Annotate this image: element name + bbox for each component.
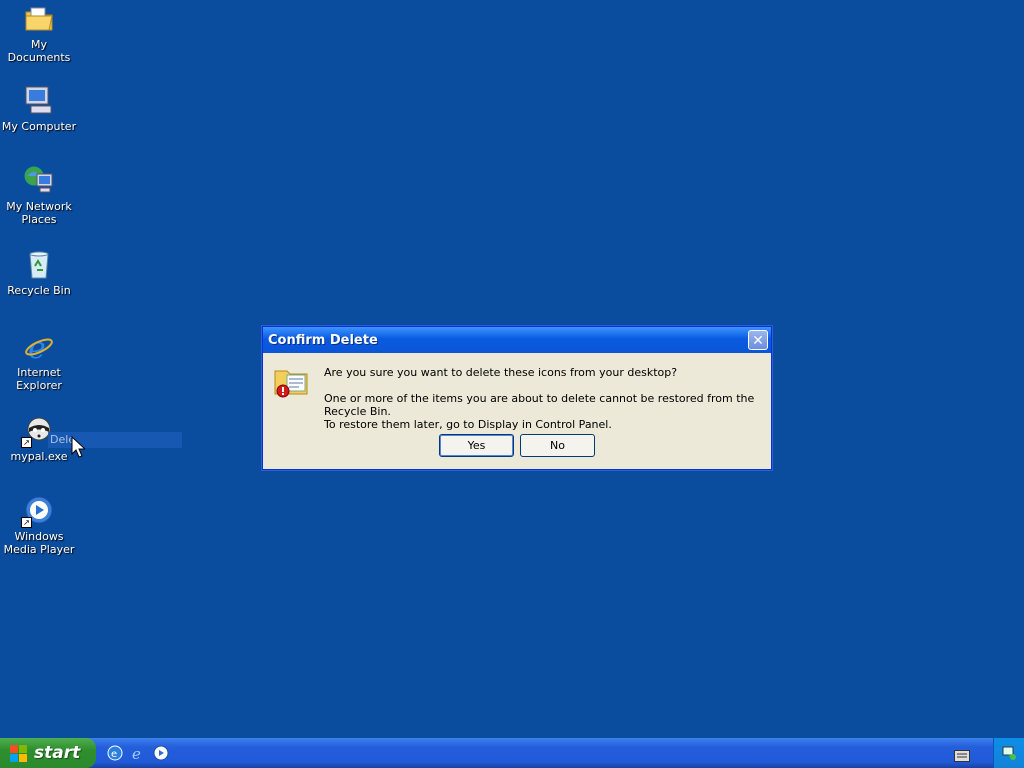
delete-file-warning-icon — [273, 363, 309, 399]
desktop-icon-label: My Computer — [1, 120, 77, 133]
windows-flag-icon — [10, 745, 27, 762]
desktop-icon-label: Windows Media Player — [3, 530, 75, 556]
desktop-icon-label: Recycle Bin — [7, 284, 71, 297]
keyboard-tray-icon[interactable] — [954, 747, 970, 762]
quicklaunch-outlook-express-icon[interactable]: e — [107, 745, 123, 761]
desktop-icon-recycle-bin[interactable]: Recycle Bin — [0, 248, 78, 297]
shortcut-arrow-icon: ↗ — [21, 517, 32, 528]
quicklaunch-internet-explorer-icon[interactable]: e — [130, 745, 146, 763]
desktop-icon-internet-explorer[interactable]: e Internet Explorer — [0, 330, 78, 392]
dialog-titlebar[interactable]: Confirm Delete ✕ — [263, 327, 771, 353]
dialog-detail-line2: To restore them later, go to Display in … — [324, 418, 612, 431]
close-button[interactable]: ✕ — [748, 330, 768, 350]
media-player-icon: ↗ — [21, 494, 55, 528]
system-tray — [993, 738, 1024, 768]
desktop-icon-my-network-places[interactable]: My Network Places — [0, 164, 78, 226]
confirm-delete-dialog: Confirm Delete ✕ Are you sure you want t… — [262, 326, 772, 470]
dialog-detail-line1: One or more of the items you are about t… — [324, 392, 755, 418]
yes-button[interactable]: Yes — [439, 434, 514, 457]
svg-text:e: e — [132, 745, 141, 761]
dialog-question: Are you sure you want to delete these ic… — [324, 366, 678, 379]
shortcut-arrow-icon: ↗ — [21, 437, 32, 448]
mouse-pointer-icon — [71, 435, 87, 462]
desktop-icon-label: My Documents — [7, 38, 71, 64]
dialog-message: Are you sure you want to delete these ic… — [324, 366, 771, 431]
rename-edit-box[interactable]: Dele — [48, 432, 182, 448]
network-tray-icon[interactable] — [1001, 745, 1017, 761]
desktop-icon-label: Internet Explorer — [16, 366, 62, 392]
desktop-icon-my-documents[interactable]: My Documents — [0, 2, 78, 64]
start-button[interactable]: start — [0, 738, 96, 768]
start-label: start — [34, 743, 81, 763]
folder-icon — [23, 2, 55, 34]
desktop-icon-label: My Network Places — [6, 200, 72, 226]
close-icon: ✕ — [752, 333, 764, 349]
desktop-icon-my-computer[interactable]: My Computer — [0, 84, 78, 133]
desktop-icon-label: mypal.exe — [10, 450, 68, 463]
taskbar: start e e — [0, 738, 1024, 768]
quicklaunch-media-player-icon[interactable] — [153, 745, 169, 761]
no-button[interactable]: No — [520, 434, 595, 457]
internet-explorer-icon: e — [23, 330, 55, 366]
svg-text:e: e — [111, 749, 117, 760]
dialog-title: Confirm Delete — [268, 333, 378, 348]
desktop-icon-windows-media-player[interactable]: ↗ Windows Media Player — [0, 494, 78, 556]
network-icon — [23, 164, 55, 196]
computer-icon — [23, 84, 55, 116]
recycle-bin-icon — [23, 248, 55, 280]
